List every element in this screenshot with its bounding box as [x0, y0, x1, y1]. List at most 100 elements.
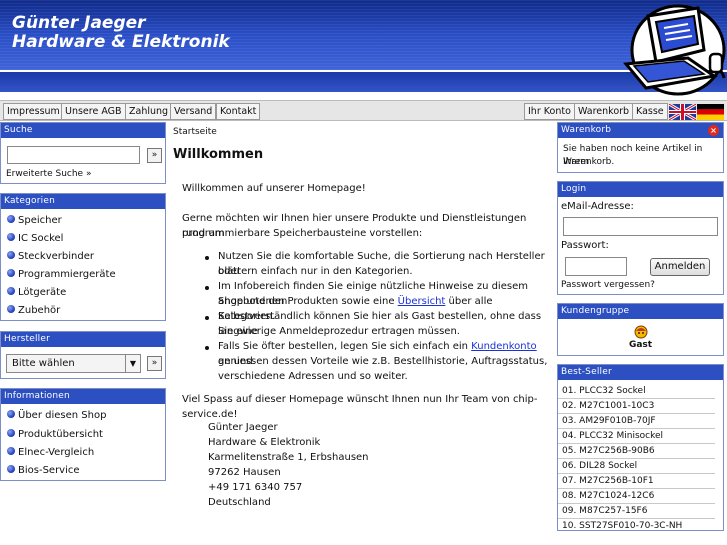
bestseller-item[interactable]: 02. M27C1001-10C3 — [558, 399, 715, 414]
nav-impressum[interactable]: Impressum — [3, 103, 64, 120]
computer-logo-icon[interactable] — [618, 2, 726, 97]
bullet-icon — [7, 233, 15, 241]
info-item[interactable]: Elnec-Vergleich — [7, 446, 94, 460]
bullet-dot-icon — [205, 286, 209, 290]
bullet-4-line-3: verschiedene Adressen und so weiter. — [218, 371, 408, 382]
info-item[interactable]: Produktübersicht — [7, 428, 103, 442]
close-icon[interactable]: × — [708, 125, 719, 136]
shop-title-line2: Hardware & Elektronik — [12, 32, 230, 52]
category-item[interactable]: Lötgeräte — [7, 286, 66, 300]
overview-link[interactable]: Übersicht — [398, 296, 446, 307]
bestseller-item[interactable]: 09. M87C257-15F6 — [558, 504, 715, 519]
nav-cart[interactable]: Warenkorb — [574, 103, 634, 120]
bullet-dot-icon — [205, 316, 209, 320]
information-box: Informationen Über diesen Shop Produktüb… — [0, 388, 166, 481]
category-item[interactable]: Speicher — [7, 214, 62, 228]
manufacturer-go-button[interactable]: » — [147, 356, 162, 371]
nav-zahlung[interactable]: Zahlung — [125, 103, 173, 120]
bullet-4-line-2: geniessen dessen Vorteile wie z.B. Beste… — [218, 356, 548, 367]
category-label: Speicher — [18, 215, 62, 226]
search-input[interactable] — [7, 146, 140, 164]
closing-text: Viel Spass auf dieser Homepage wünscht I… — [182, 394, 538, 420]
bullet-icon — [7, 410, 15, 418]
category-label: Steckverbinder — [18, 251, 94, 262]
nav-agb[interactable]: Unsere AGB — [61, 103, 126, 120]
password-label: Passwort: — [561, 240, 609, 251]
shop-title[interactable]: Günter Jaeger Hardware & Elektronik — [12, 14, 230, 52]
welcome-text: Willkommen auf unserer Homepage! — [182, 183, 366, 194]
bullet-dot-icon — [205, 256, 209, 260]
bullet-icon — [7, 215, 15, 223]
info-item[interactable]: Über diesen Shop — [7, 409, 106, 423]
bestseller-box: Best-Seller 01. PLCC32 Sockel 02. M27C10… — [557, 364, 724, 531]
login-box: Login eMail-Adresse: Passwort: Anmelden … — [557, 181, 724, 295]
password-field[interactable] — [565, 257, 627, 276]
category-item[interactable]: Programmiergeräte — [7, 268, 116, 282]
bullet-2-text: angebotenen Produkten sowie eine — [218, 296, 398, 307]
category-item[interactable]: Steckverbinder — [7, 250, 94, 264]
nav-account[interactable]: Ihr Konto — [524, 103, 575, 120]
bullet-icon — [7, 269, 15, 277]
nav-kontakt[interactable]: Kontakt — [216, 103, 261, 120]
login-button[interactable]: Anmelden — [650, 258, 710, 276]
bullet-3-line-2: langwierige Anmeldeprozedur ertragen müs… — [218, 326, 460, 337]
header: Günter Jaeger Hardware & Elektronik — [0, 0, 727, 97]
address-line: Hardware & Elektronik — [208, 437, 321, 448]
email-field[interactable] — [563, 217, 718, 236]
german-flag-icon[interactable] — [697, 104, 724, 120]
english-flag-icon[interactable] — [669, 104, 696, 120]
address-line: Günter Jaeger — [208, 422, 278, 433]
nav-checkout[interactable]: Kasse — [632, 103, 668, 120]
customer-group-box: Kundengruppe Gast — [557, 303, 724, 356]
customer-account-link[interactable]: Kundenkonto — [471, 341, 537, 352]
category-item[interactable]: IC Sockel — [7, 232, 63, 246]
search-heading: Suche — [1, 123, 165, 138]
bestseller-item[interactable]: 03. AM29F010B-70JF — [558, 414, 715, 429]
bullet-1-line-2: blättern einfach nur in den Kategorien. — [218, 266, 413, 277]
bestseller-item[interactable]: 06. DIL28 Sockel — [558, 459, 715, 474]
nav-versand[interactable]: Versand — [170, 103, 217, 120]
categories-heading: Kategorien — [1, 194, 165, 209]
search-go-button[interactable]: » — [147, 148, 162, 163]
info-label: Bios-Service — [18, 465, 80, 476]
address-line: 97262 Hausen — [208, 467, 281, 478]
address-line: Karmelitenstraße 1, Erbshausen — [208, 452, 369, 463]
search-box: Suche » Erweiterte Suche » — [0, 122, 166, 184]
address-line: +49 171 6340 757 — [208, 482, 303, 493]
information-heading: Informationen — [1, 389, 165, 404]
info-label: Elnec-Vergleich — [18, 447, 95, 458]
login-heading: Login — [558, 182, 723, 197]
customer-group-heading: Kundengruppe — [558, 304, 723, 319]
customer-group-value: Gast — [628, 340, 653, 350]
bullet-icon — [7, 429, 15, 437]
bestseller-item[interactable]: 04. PLCC32 Minisockel — [558, 429, 715, 444]
bestseller-item[interactable]: 08. M27C1024-12C6 — [558, 489, 715, 504]
cart-empty-line-2: Warenkorb. — [563, 157, 615, 167]
info-label: Produktübersicht — [18, 429, 103, 440]
bestseller-item[interactable]: 05. M27C256B-90B6 — [558, 444, 715, 459]
bestseller-item[interactable]: 07. M27C256B-10F1 — [558, 474, 715, 489]
category-label: Programmiergeräte — [18, 269, 116, 280]
bullet-icon — [7, 251, 15, 259]
page-title: Willkommen — [173, 147, 264, 162]
manufacturer-select[interactable]: Bitte wählen ▼ — [6, 354, 141, 373]
advanced-search-link[interactable]: Erweiterte Suche » — [6, 169, 91, 179]
bullet-dot-icon — [205, 346, 209, 350]
manufacturer-selected: Bitte wählen — [12, 358, 75, 369]
shop-title-line1: Günter Jaeger — [12, 13, 146, 33]
cart-heading: Warenkorb — [558, 123, 723, 138]
bullet-icon — [7, 305, 15, 313]
breadcrumb[interactable]: Startseite — [173, 125, 217, 140]
chevron-down-icon[interactable]: ▼ — [125, 355, 140, 372]
main-navigation: Impressum Unsere AGB Zahlung Versand Kon… — [0, 100, 727, 121]
bestseller-item[interactable]: 01. PLCC32 Sockel — [558, 384, 715, 399]
bestseller-item[interactable]: 10. SST27SF010-70-3C-NH — [558, 519, 715, 534]
manufacturer-box: Hersteller Bitte wählen ▼ » — [0, 331, 166, 379]
guest-icon — [634, 325, 648, 339]
address-line: Deutschland — [208, 497, 271, 508]
category-item[interactable]: Zubehör — [7, 304, 60, 318]
category-label: IC Sockel — [18, 233, 64, 244]
forgot-password-link[interactable]: Passwort vergessen? — [561, 280, 655, 290]
info-item[interactable]: Bios-Service — [7, 464, 80, 478]
categories-box: Kategorien Speicher IC Sockel Steckverbi… — [0, 193, 166, 321]
